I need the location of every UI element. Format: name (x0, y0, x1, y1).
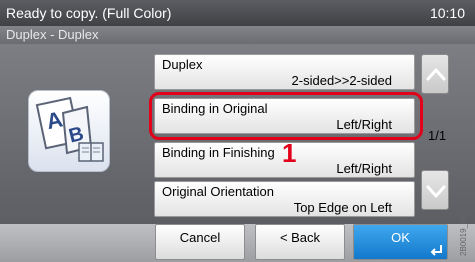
callout-number: 1 (282, 138, 297, 168)
footer-bar: Cancel < Back OK (0, 224, 475, 262)
setting-label: Duplex (162, 57, 203, 72)
setting-duplex[interactable]: Duplex 2-sided>>2-sided (154, 54, 415, 90)
chevron-up-icon (426, 68, 446, 81)
setting-value: Top Edge on Left (293, 200, 392, 215)
setting-label: Original Orientation (162, 184, 274, 199)
callout-highlight (149, 92, 423, 140)
screen-title: Duplex - Duplex (6, 27, 99, 42)
figure-code: 2B0019_01 (459, 204, 473, 258)
ok-button[interactable]: OK (353, 224, 448, 260)
setting-value: 2-sided>>2-sided (291, 73, 392, 88)
enter-icon (430, 245, 442, 256)
back-button[interactable]: < Back (255, 224, 345, 260)
figure-code-text: 2B0019_01 (459, 215, 468, 256)
screen-header: Duplex - Duplex (0, 26, 475, 44)
cancel-button[interactable]: Cancel (155, 224, 245, 260)
back-label: < Back (279, 230, 321, 245)
setting-value: Left/Right (336, 161, 392, 176)
chevron-down-icon (426, 185, 446, 198)
main-panel: A B Duplex 2-sided>>2-sided Binding in O… (0, 44, 475, 224)
page-indicator: 1/1 (428, 128, 447, 143)
status-message: Ready to copy. (Full Color) (6, 5, 172, 21)
scroll-up-button[interactable] (421, 54, 449, 94)
copier-screen: Ready to copy. (Full Color) 10:10 Duplex… (0, 0, 475, 262)
setting-original-orientation[interactable]: Original Orientation Top Edge on Left (154, 181, 415, 217)
scroll-down-button[interactable] (421, 170, 449, 210)
status-bar: Ready to copy. (Full Color) 10:10 (0, 0, 475, 26)
duplex-book-icon: A B (28, 90, 110, 172)
clock: 10:10 (429, 5, 465, 21)
ok-label: OK (391, 230, 410, 245)
cancel-label: Cancel (179, 230, 221, 245)
setting-label: Binding in Finishing (162, 145, 275, 160)
